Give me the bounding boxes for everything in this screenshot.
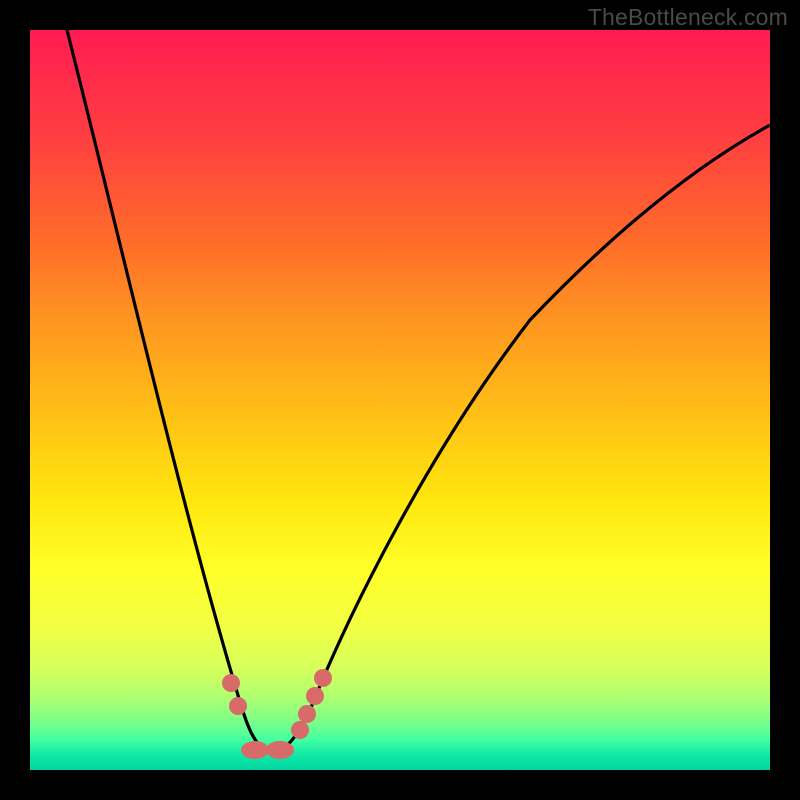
bottleneck-curve-svg: [30, 30, 770, 770]
plot-area: [30, 30, 770, 770]
chart-frame: TheBottleneck.com: [0, 0, 800, 800]
watermark-text: TheBottleneck.com: [588, 4, 788, 31]
bottleneck-curve-path: [67, 30, 770, 752]
valley-markers: [222, 669, 332, 759]
